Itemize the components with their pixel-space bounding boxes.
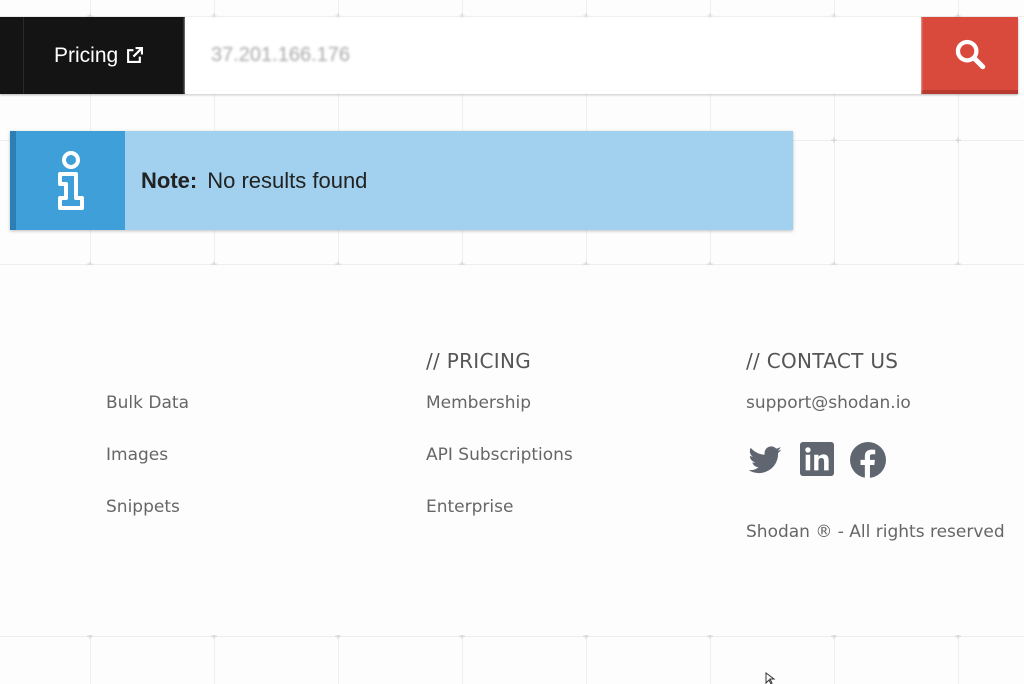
nav-bar: Pricing	[0, 17, 185, 94]
alert-message: No results found	[207, 167, 368, 193]
pricing-link[interactable]: Pricing	[24, 43, 144, 68]
alert-label: Note:	[141, 167, 198, 193]
footer-link-membership[interactable]: Membership	[426, 392, 573, 444]
footer-heading	[106, 346, 189, 392]
footer-column-products: Bulk Data Images Snippets	[106, 346, 189, 548]
facebook-icon[interactable]	[850, 442, 886, 478]
footer-link-images[interactable]: Images	[106, 444, 189, 496]
search-button[interactable]	[921, 17, 1018, 94]
mouse-cursor-icon	[765, 672, 776, 684]
pricing-label: Pricing	[54, 43, 119, 67]
top-bar: Pricing	[0, 17, 1018, 94]
footer-heading: // PRICING	[426, 349, 532, 373]
external-link-icon	[127, 47, 144, 63]
twitter-icon[interactable]	[746, 442, 784, 478]
search-input[interactable]	[185, 17, 921, 94]
social-links	[746, 442, 1005, 502]
footer-link-enterprise[interactable]: Enterprise	[426, 496, 573, 548]
grid-plus-marker: +	[830, 133, 838, 147]
footer-column-contact: // CONTACT US support@shodan.io Shodan ®…	[746, 346, 1005, 542]
info-icon-box	[10, 131, 125, 230]
footer-link-bulk-data[interactable]: Bulk Data	[106, 392, 189, 444]
footer-column-pricing: // PRICING Membership API Subscriptions …	[426, 346, 573, 548]
alert-text: Note: No results found	[125, 168, 367, 194]
footer-link-snippets[interactable]: Snippets	[106, 496, 189, 548]
no-results-alert: Note: No results found	[10, 131, 793, 230]
copyright-text: Shodan ® - All rights reserved	[746, 522, 1005, 542]
search-icon	[955, 39, 985, 69]
linkedin-icon[interactable]	[800, 442, 834, 476]
nav-divider	[0, 17, 24, 94]
footer-heading: // CONTACT US	[746, 349, 899, 373]
footer-link-api-subscriptions[interactable]: API Subscriptions	[426, 444, 573, 496]
support-email-link[interactable]: support@shodan.io	[746, 392, 1005, 438]
info-icon	[57, 150, 84, 210]
grid-plus-marker: +	[954, 133, 962, 147]
